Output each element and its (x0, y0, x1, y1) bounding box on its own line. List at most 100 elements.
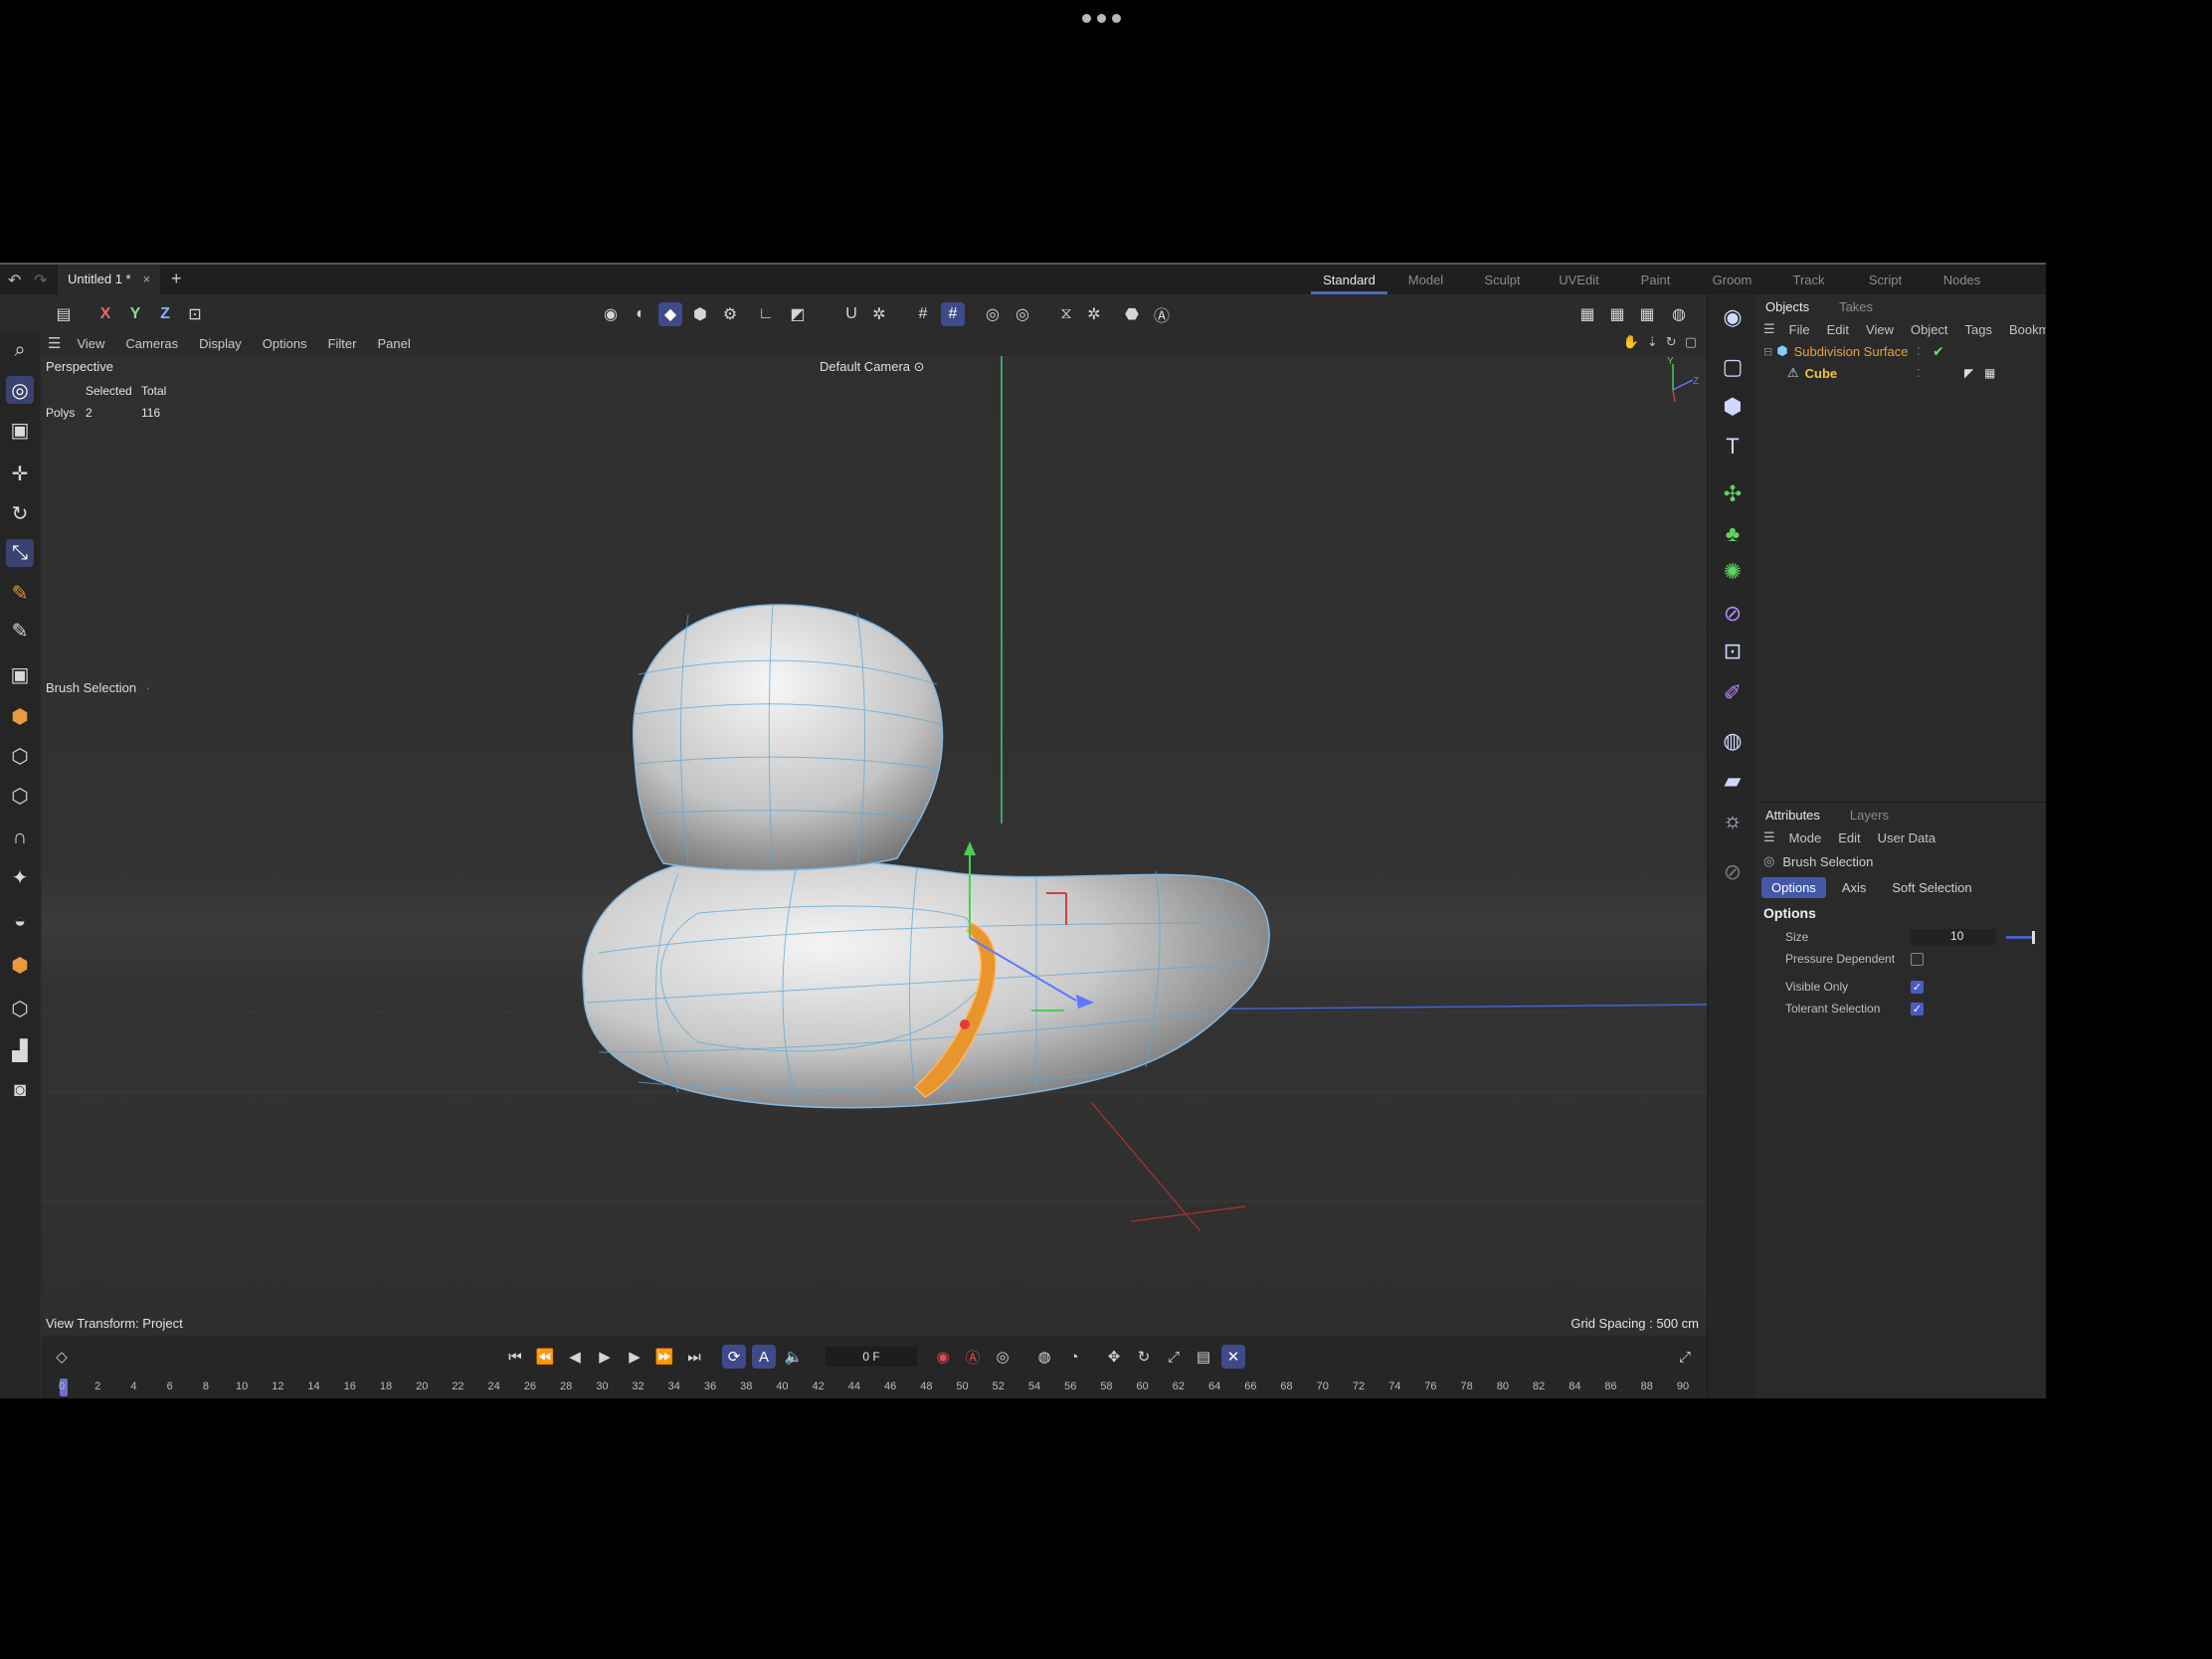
selection-tool-icon[interactable]: ◎ (6, 376, 34, 404)
duck-head[interactable] (633, 604, 944, 871)
objects-menu-tags[interactable]: Tags (1965, 322, 1992, 337)
timeline-ruler[interactable]: 0 2 4 6 8 10 12 14 16 18 20 22 24 26 28 30 32 34 36 38 40 42 4… (42, 1377, 1707, 1398)
previous-frame-icon[interactable]: ◀ (563, 1345, 587, 1369)
add-tab-icon[interactable]: + (171, 269, 182, 289)
size-input[interactable]: 10 (1911, 929, 1996, 945)
next-key-icon[interactable]: ⏩ (652, 1345, 676, 1369)
extrude-icon[interactable]: ⬡ (6, 782, 34, 810)
scale-tool-icon[interactable]: ⤡ (6, 539, 34, 567)
tag-icon[interactable]: ⊘ (1718, 857, 1748, 887)
viewport-menu-cameras[interactable]: Cameras (125, 336, 178, 351)
key-interpolation-icon[interactable]: ◔ (1062, 1345, 1086, 1369)
layout-tab-track[interactable]: Track (1770, 265, 1847, 294)
camera-object-icon[interactable]: ▰ (1718, 766, 1748, 796)
viewport-menu-view[interactable]: View (77, 336, 104, 351)
camera-link-icon[interactable]: ⊙ (914, 359, 925, 374)
bridge-icon[interactable]: ∩ (6, 824, 34, 851)
snap-settings-icon[interactable]: ✲ (867, 302, 891, 326)
uv-mode-icon[interactable]: ⚙ (718, 302, 742, 326)
attributes-menu-icon[interactable]: ☰ (1763, 830, 1775, 845)
close-tab-icon[interactable]: × (143, 272, 151, 287)
layout-tab-model[interactable]: Model (1387, 265, 1464, 294)
go-to-start-icon[interactable]: ⏮ (503, 1345, 527, 1369)
attributes-menu-user-data[interactable]: User Data (1878, 830, 1936, 845)
points-mode-icon[interactable]: ◉ (599, 302, 623, 326)
viewport-menu-icon[interactable]: ☰ (48, 334, 61, 352)
parameter-key-icon[interactable]: ▤ (1192, 1345, 1215, 1369)
selection-tag-icon[interactable]: ▦ (1984, 366, 1995, 380)
tolerant-selection-checkbox[interactable]: ✓ (1911, 1002, 1924, 1015)
coordinate-system-icon[interactable]: ▤ (52, 302, 76, 326)
viewport-menu-options[interactable]: Options (263, 336, 307, 351)
solo-hierarchy-icon[interactable]: ◎ (1011, 302, 1034, 326)
tab-objects[interactable]: Objects (1765, 299, 1809, 314)
layout-tab-script[interactable]: Script (1847, 265, 1924, 294)
object-name[interactable]: Cube (1805, 366, 1838, 381)
enabled-check-icon[interactable]: ✔ (1933, 343, 1944, 360)
objects-menu-object[interactable]: Object (1911, 322, 1948, 337)
viewport-menu-filter[interactable]: Filter (328, 336, 357, 351)
tab-layers[interactable]: Layers (1850, 808, 1889, 823)
current-frame-input[interactable]: 0 F (826, 1347, 917, 1367)
visibility-dots-icon[interactable]: ⁚ (1917, 345, 1921, 358)
null-object-icon[interactable]: ▢ (1718, 352, 1748, 382)
next-frame-icon[interactable]: ▶ (623, 1345, 646, 1369)
phong-tag-icon[interactable]: ◤ (1964, 366, 1973, 380)
solo-icon[interactable]: ◎ (981, 302, 1005, 326)
previous-key-icon[interactable]: ⏪ (533, 1345, 557, 1369)
frame-selection-icon[interactable]: ▣ (6, 416, 34, 444)
generator-icon[interactable]: ✣ (1718, 479, 1748, 509)
spline-pen-icon[interactable]: ✐ (1718, 678, 1748, 708)
z-axis-lock-button[interactable]: Z (153, 302, 177, 326)
keyframe-icon[interactable]: ◇ (50, 1345, 74, 1369)
window-menu-dots[interactable] (1082, 14, 1121, 23)
position-key-icon[interactable]: ✥ (1102, 1345, 1126, 1369)
attributes-menu-edit[interactable]: Edit (1838, 830, 1860, 845)
camera-selector[interactable]: Default Camera ⊙ (820, 359, 925, 375)
object-manager-icon[interactable]: ◉ (1718, 302, 1748, 332)
gizmo-center-dot[interactable] (960, 1019, 970, 1029)
visible-only-checkbox[interactable]: ✓ (1911, 980, 1924, 994)
timeline-expand-icon[interactable]: ⤢ (1673, 1345, 1697, 1369)
attributes-menu-mode[interactable]: Mode (1789, 830, 1822, 845)
render-settings-icon[interactable]: ▦ (1635, 302, 1659, 326)
light-icon[interactable]: ☼ (1718, 806, 1748, 835)
pressure-dependent-checkbox[interactable] (1911, 952, 1924, 966)
knife-tool-icon[interactable]: ✎ (6, 617, 34, 645)
viewport-menu-display[interactable]: Display (199, 336, 242, 351)
deformer-icon[interactable]: ⬡ (6, 995, 34, 1022)
effector-icon[interactable]: ✺ (1718, 557, 1748, 587)
layout-tab-uvedit[interactable]: UVEdit (1541, 265, 1617, 294)
layout-tab-nodes[interactable]: Nodes (1924, 265, 2000, 294)
field-icon[interactable]: ⊡ (1718, 637, 1748, 666)
render-to-picture-viewer-icon[interactable]: ▦ (1605, 302, 1629, 326)
symmetry-icon[interactable]: ⧖ (1054, 302, 1078, 326)
render-view-icon[interactable]: ▦ (1575, 302, 1599, 326)
object-mode-icon[interactable]: ▣ (6, 660, 34, 688)
floor-icon[interactable]: ▟ (6, 1036, 34, 1064)
object-name[interactable]: Subdivision Surface (1794, 344, 1909, 359)
layout-tab-groom[interactable]: Groom (1694, 265, 1770, 294)
tab-attributes[interactable]: Attributes (1765, 808, 1820, 823)
layout-tab-standard[interactable]: Standard (1311, 265, 1387, 294)
objects-menu-bookmarks[interactable]: Bookmar (2009, 322, 2046, 337)
text-spline-icon[interactable]: T (1718, 432, 1748, 461)
maximize-view-icon[interactable]: ▢ (1685, 334, 1697, 350)
3d-viewport[interactable]: Perspective Default Camera ⊙ Y Z Selecte… (42, 356, 1707, 1335)
sculpt-icon[interactable]: ◒ (6, 907, 34, 935)
point-level-animation-icon[interactable]: ✕ (1221, 1345, 1245, 1369)
zoom-icon[interactable]: ⇣ (1647, 334, 1658, 350)
x-axis-lock-button[interactable]: X (93, 302, 117, 326)
go-to-end-icon[interactable]: ⏭ (682, 1345, 706, 1369)
size-slider[interactable] (2006, 931, 2035, 944)
layout-tab-paint[interactable]: Paint (1617, 265, 1694, 294)
y-axis-lock-button[interactable]: Y (123, 302, 147, 326)
loop-icon[interactable]: ⟳ (722, 1345, 746, 1369)
cube-primitive-icon[interactable]: ⬢ (6, 702, 34, 730)
sound-icon[interactable]: 🔈 (782, 1345, 806, 1369)
subtab-soft-selection[interactable]: Soft Selection (1882, 877, 1981, 898)
objects-menu-file[interactable]: File (1789, 322, 1810, 337)
polygons-mode-icon[interactable]: ◆ (658, 302, 682, 326)
environment-icon[interactable]: ◍ (1718, 726, 1748, 756)
play-icon[interactable]: ▶ (593, 1345, 617, 1369)
